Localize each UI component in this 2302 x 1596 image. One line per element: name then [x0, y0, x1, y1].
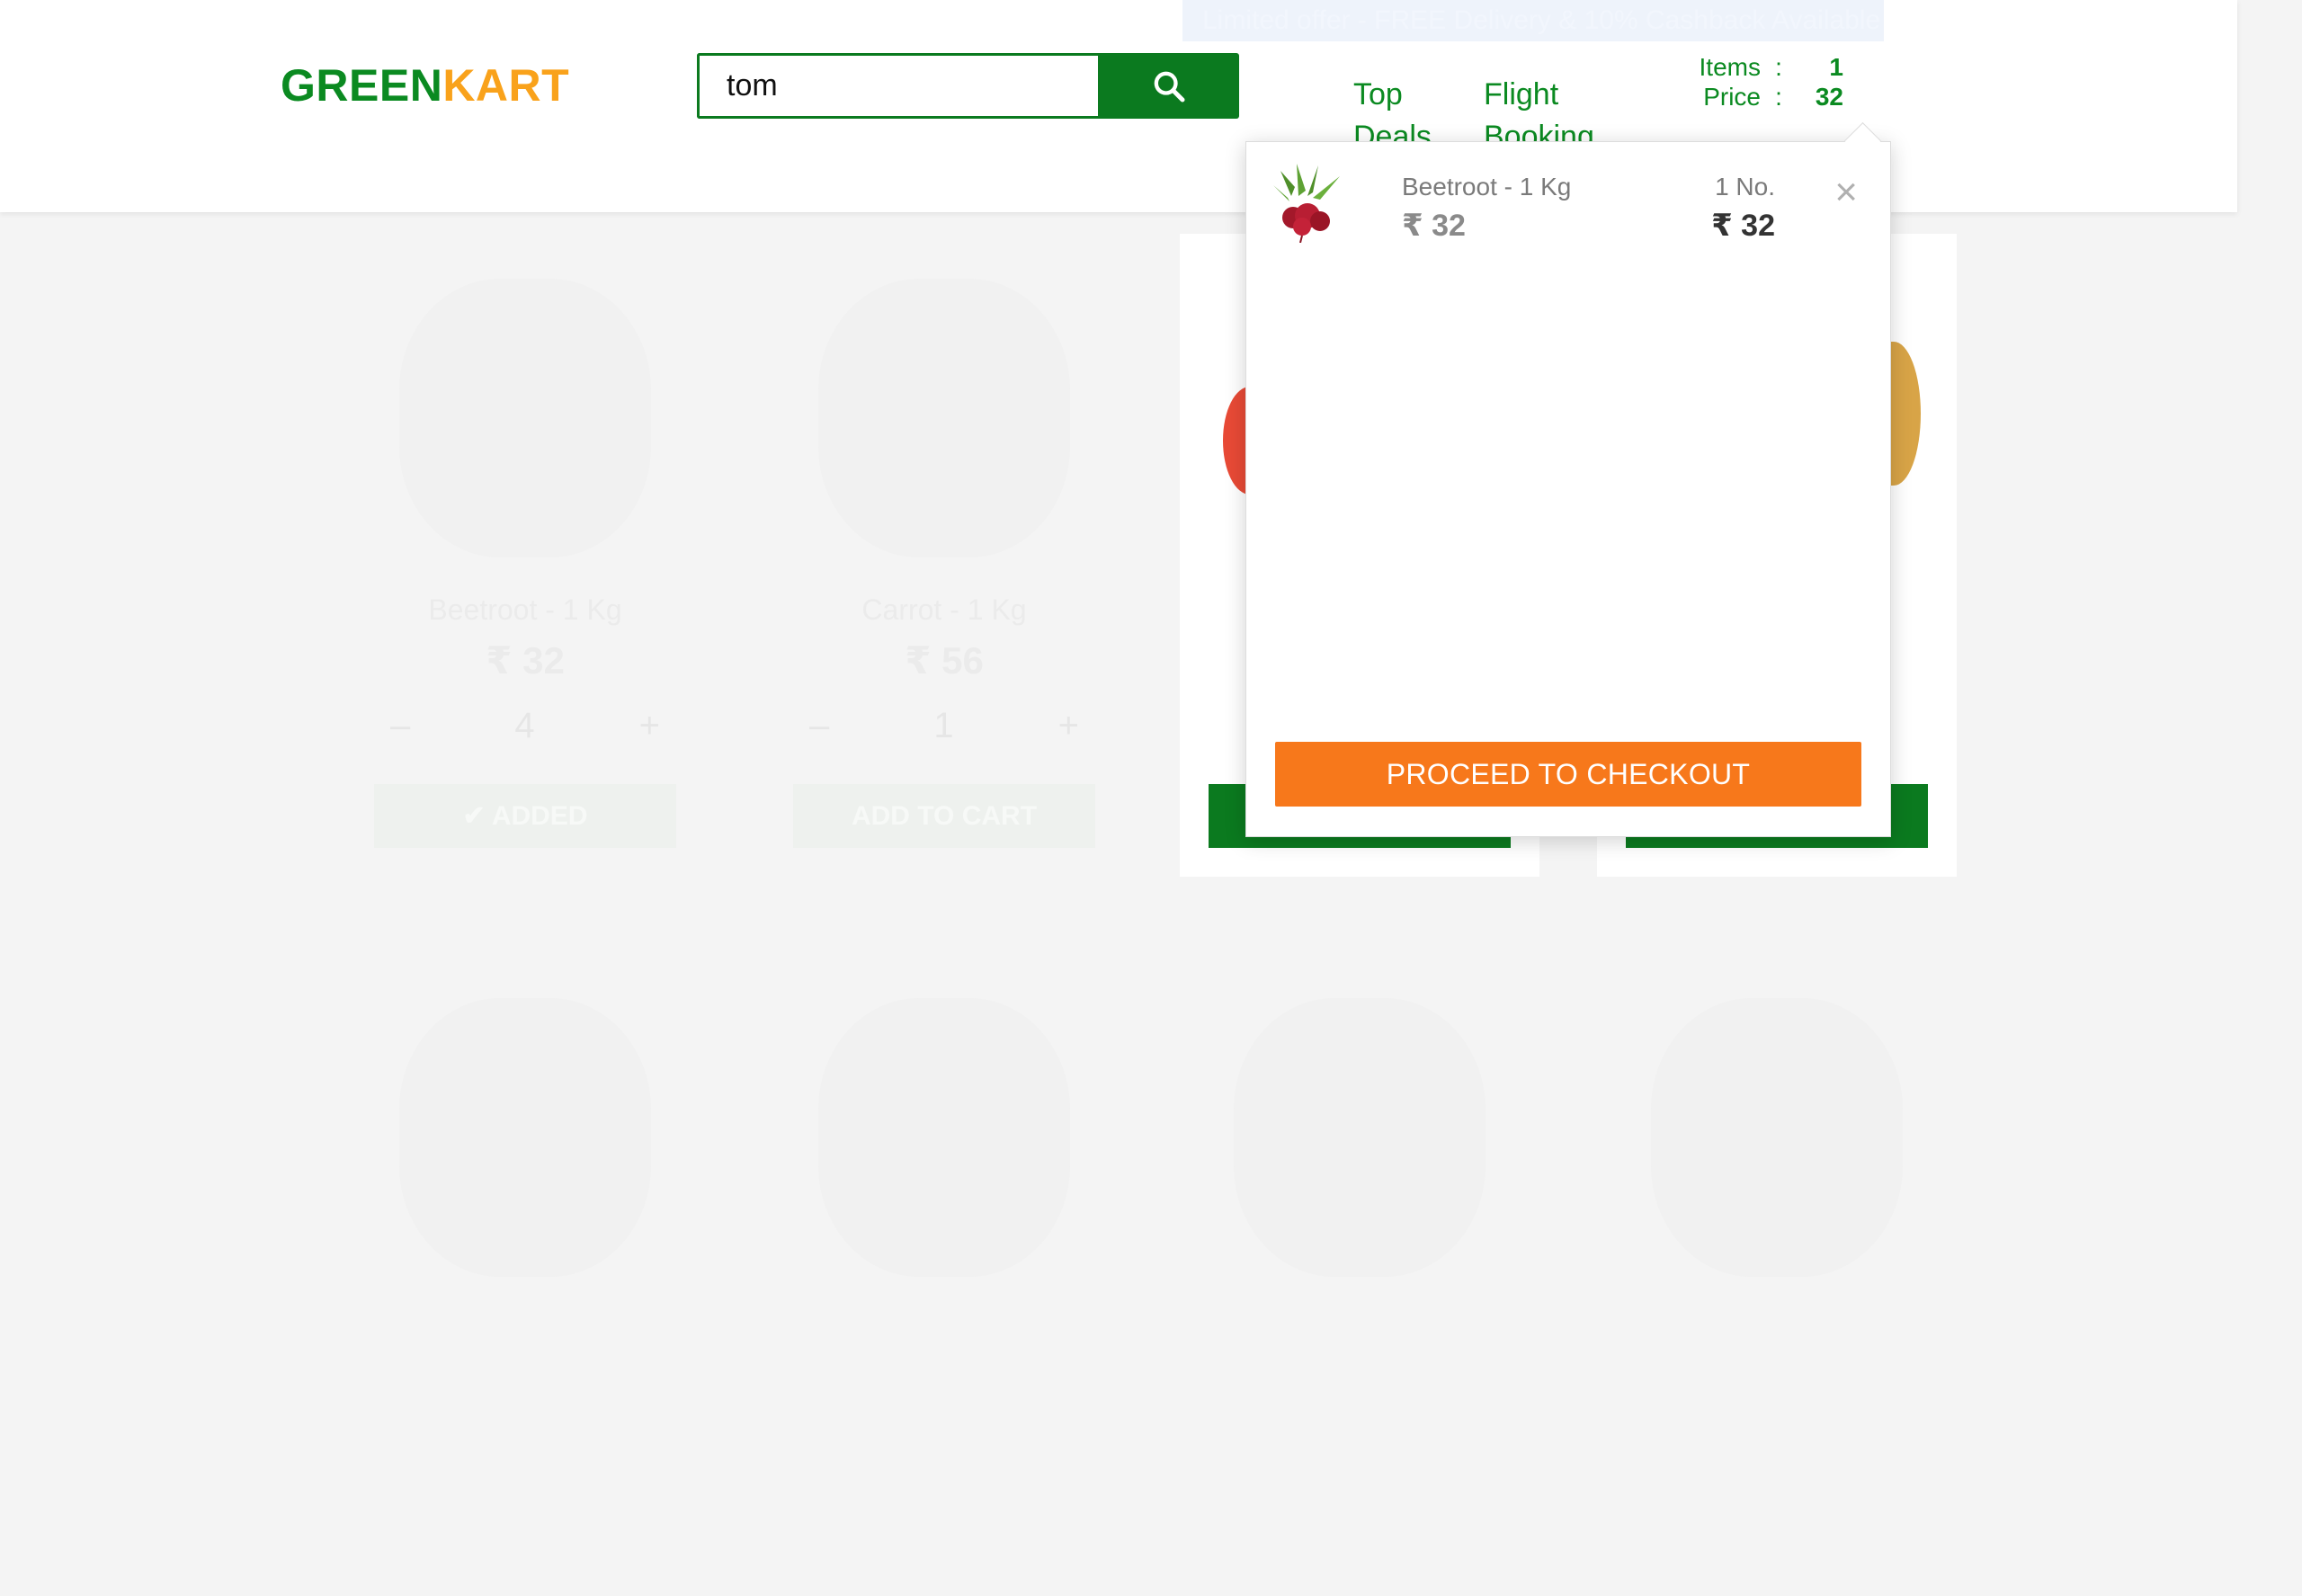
quantity-stepper: – 4 + — [390, 706, 660, 746]
nav-flight-booking[interactable]: Flight Booking — [1484, 74, 1619, 142]
separator: : — [1775, 52, 1782, 81]
quantity-value[interactable]: 1 — [933, 706, 953, 746]
product-card: Beetroot - 1 Kg ₹ 32 – 4 + ✔ ADDED — [345, 234, 705, 877]
separator: : — [1775, 82, 1782, 111]
cart-item: Beetroot - 1 Kg ₹ 32 1 No. ₹ 32 × — [1271, 160, 1865, 250]
decrement-button[interactable]: – — [390, 706, 410, 746]
nav-top-deals[interactable]: Top Deals — [1353, 74, 1479, 142]
search-icon — [1154, 71, 1184, 102]
product-price: ₹ 32 — [486, 639, 565, 682]
cart-item-amount: ₹ 32 — [1711, 209, 1775, 243]
logo-orange-part: KART — [442, 60, 570, 111]
product-name: Carrot - 1 Kg — [861, 593, 1027, 626]
cart-preview: Beetroot - 1 Kg ₹ 32 1 No. ₹ 32 × PROCEE… — [1245, 141, 1891, 837]
search-input[interactable] — [697, 53, 1100, 119]
search-bar — [697, 53, 1239, 119]
remove-item-close-icon[interactable]: × — [1834, 173, 1858, 212]
cart-item-price: ₹ 32 — [1402, 209, 1466, 243]
increment-button[interactable]: + — [1058, 706, 1079, 746]
search-button[interactable] — [1098, 53, 1239, 119]
add-to-cart-button[interactable]: ✔ ADDED — [374, 784, 676, 848]
product-name: Beetroot - 1 Kg — [428, 593, 622, 626]
decrement-button[interactable]: – — [809, 706, 829, 746]
price-label: Price — [1703, 82, 1761, 111]
product-image — [399, 279, 651, 557]
cucumber-image — [1651, 998, 1903, 1277]
quantity-stepper: – 1 + — [809, 706, 1079, 746]
proceed-to-checkout-button[interactable]: PROCEED TO CHECKOUT — [1275, 742, 1861, 807]
cart-summary[interactable]: Items : 1 Price : 32 — [1655, 52, 1843, 111]
apple-image — [818, 998, 1070, 1277]
logo-green-part: GREEN — [281, 60, 443, 111]
items-label: Items — [1699, 52, 1761, 81]
site-header: GREENKART Limited offer - FREE Delivery … — [0, 0, 2237, 212]
product-card — [1180, 953, 1539, 1596]
cart-item-quantity: 1 No. — [1715, 173, 1775, 201]
product-price: ₹ 56 — [905, 639, 984, 682]
cart-item-name: Beetroot - 1 Kg — [1402, 173, 1572, 201]
product-card — [345, 953, 705, 1596]
items-count: 1 — [1829, 52, 1843, 81]
product-image — [818, 279, 1070, 557]
product-card: Carrot - 1 Kg ₹ 56 – 1 + ADD TO CART — [764, 234, 1124, 877]
product-card — [764, 953, 1124, 1596]
increment-button[interactable]: + — [639, 706, 660, 746]
onion-image — [1234, 998, 1486, 1277]
brand-logo[interactable]: GREENKART — [281, 59, 569, 111]
product-card — [1597, 953, 1957, 1596]
price-total: 32 — [1815, 82, 1843, 111]
quantity-value[interactable]: 4 — [514, 706, 534, 746]
beetroot-thumbnail-icon — [1273, 164, 1340, 243]
promo-banner: Limited offer - FREE Delivery & 10% Cash… — [1182, 0, 1884, 41]
grapes-image — [399, 998, 651, 1277]
add-to-cart-button[interactable]: ADD TO CART — [793, 784, 1095, 848]
